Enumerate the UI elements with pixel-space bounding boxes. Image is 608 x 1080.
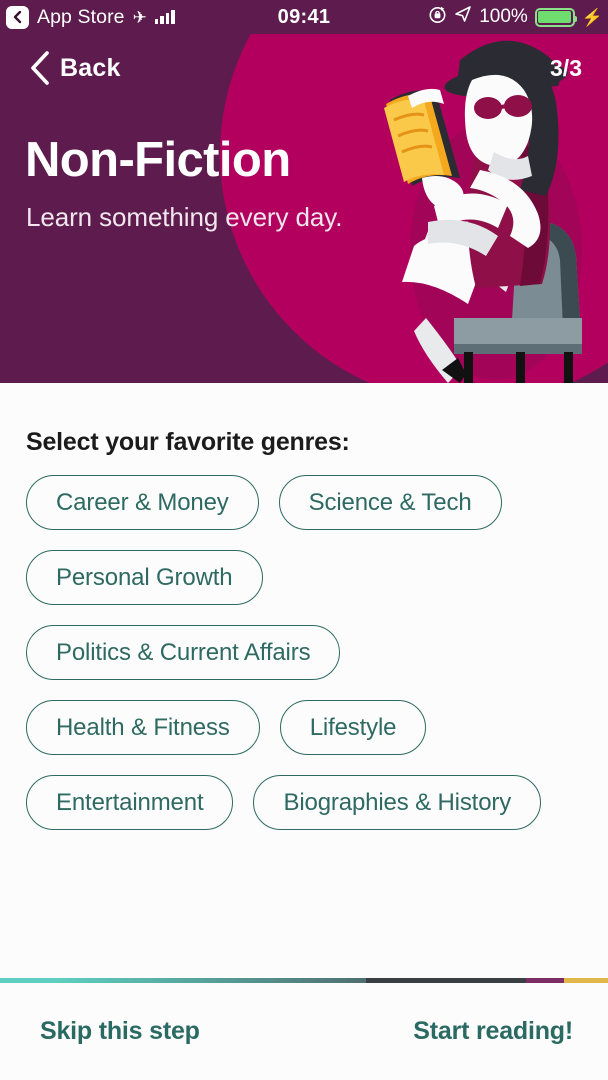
genre-chip[interactable]: Biographies & History (253, 775, 542, 830)
back-button-label: Back (60, 53, 121, 82)
skip-this-step-button[interactable]: Skip this step (0, 1017, 200, 1046)
genre-chip[interactable]: Lifestyle (279, 700, 427, 755)
page-title: Non-Fiction (25, 133, 291, 187)
start-reading-button[interactable]: Start reading! (413, 1017, 608, 1046)
genres-heading: Select your favorite genres: (26, 428, 350, 456)
step-counter: 3/3 (550, 54, 582, 81)
chevron-left-icon (30, 51, 50, 85)
location-arrow-icon (454, 5, 472, 29)
status-bar: App Store ✈ 09:41 100% ⚡ (0, 0, 608, 34)
rotation-lock-icon (428, 5, 447, 30)
status-bar-right: 100% ⚡ (428, 5, 608, 30)
navigation-row: Back 3/3 (0, 42, 608, 94)
genre-chip-list: Career & Money Science & Tech Personal Gro… (26, 475, 592, 830)
genre-chip[interactable]: Entertainment (26, 775, 234, 830)
battery-full-icon (534, 7, 577, 27)
lightning-bolt-icon: ⚡ (581, 7, 603, 27)
genre-chip[interactable]: Personal Growth (26, 550, 263, 605)
back-button[interactable]: Back (0, 51, 121, 85)
battery-percent-label: 100% (479, 6, 528, 27)
genre-chip[interactable]: Health & Fitness (26, 700, 260, 755)
genre-chip[interactable]: Science & Tech (278, 475, 502, 530)
genre-chip[interactable]: Career & Money (26, 475, 259, 530)
genre-chip[interactable]: Politics & Current Affairs (26, 625, 341, 680)
footer-actions: Skip this step Start reading! (0, 983, 608, 1080)
page-subtitle: Learn something every day. (26, 202, 343, 232)
genre-selection-panel: Select your favorite genres: Career & Mo… (0, 383, 608, 978)
hero-header: Back 3/3 Non-Fiction Learn something eve… (0, 0, 608, 383)
